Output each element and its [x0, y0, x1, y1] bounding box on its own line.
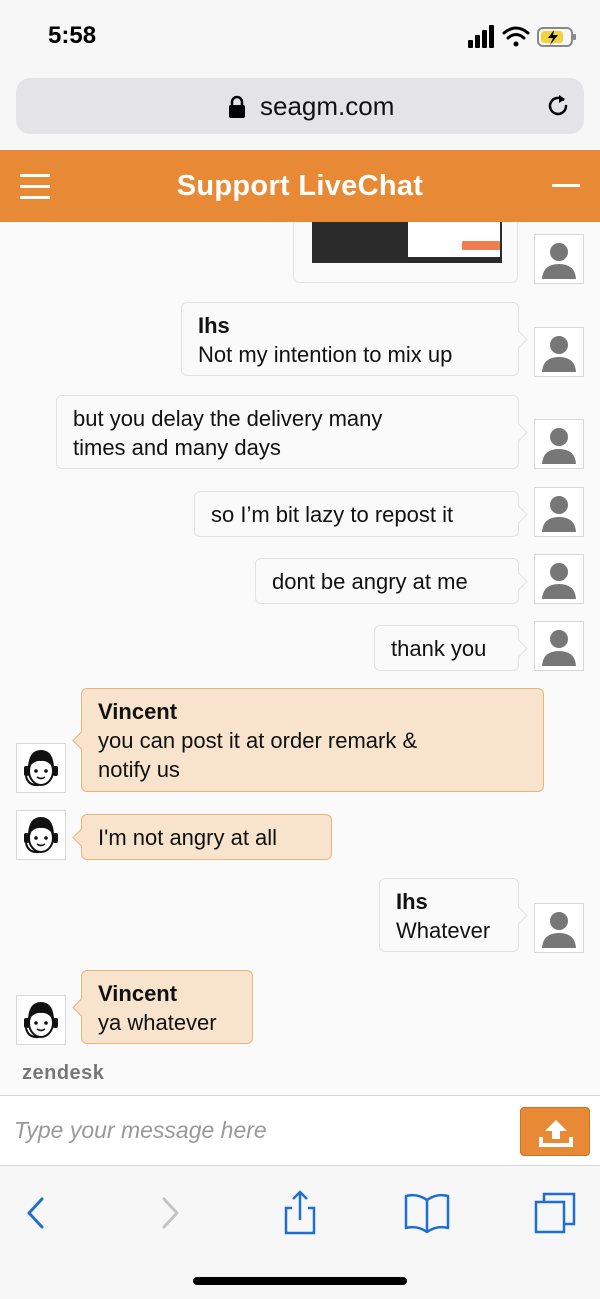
user-message-bubble: thank you — [374, 625, 519, 671]
tabs-icon[interactable] — [530, 1188, 580, 1238]
user-message-bubble: dont be angry at me — [255, 558, 519, 604]
user-avatar — [534, 554, 584, 604]
message-sender: Ihs — [396, 889, 428, 914]
message-text: ya whatever — [98, 1010, 217, 1035]
user-silhouette-icon — [542, 630, 576, 666]
message-sender: Ihs — [198, 313, 230, 338]
message-text: thank you — [391, 636, 487, 661]
support-agent-headset-icon — [24, 1002, 58, 1039]
user-silhouette-icon — [542, 428, 576, 464]
forward-icon[interactable] — [146, 1188, 196, 1238]
chat-transcript[interactable]: Ihs Not my intention to mix up but you d… — [0, 222, 600, 1095]
message-text: I'm not angry at all — [98, 825, 278, 850]
battery-icon — [537, 27, 576, 47]
message-sender: Vincent — [98, 699, 178, 724]
message-text-line: times and many days — [73, 435, 281, 460]
signal-icon — [468, 25, 494, 48]
user-silhouette-icon — [542, 496, 576, 532]
user-silhouette-icon — [542, 243, 576, 279]
agent-message-bubble: Vincent you can post it at order remark … — [81, 688, 544, 792]
lock-icon — [229, 95, 245, 118]
support-agent-headset-icon — [24, 817, 58, 854]
bookmarks-icon[interactable] — [402, 1188, 452, 1238]
user-avatar — [534, 327, 584, 377]
address-bar[interactable]: seagm.com — [16, 78, 584, 134]
upload-button[interactable] — [520, 1107, 590, 1156]
share-icon[interactable] — [275, 1188, 325, 1238]
user-avatar — [534, 621, 584, 671]
status-bar: 5:58 — [0, 0, 600, 70]
user-avatar — [534, 903, 584, 953]
browser-address-area: seagm.com — [0, 70, 600, 150]
user-message-bubble: but you delay the delivery many times an… — [56, 395, 519, 469]
user-avatar — [534, 419, 584, 469]
agent-avatar — [16, 810, 66, 860]
image-attachment-bubble[interactable] — [293, 222, 518, 283]
url-text: seagm.com — [260, 91, 395, 121]
message-text-line: you can post it at order remark & — [98, 728, 418, 753]
user-avatar — [534, 487, 584, 537]
user-message-bubble: so I’m bit lazy to repost it — [194, 491, 519, 537]
message-text-line: but you delay the delivery many — [73, 406, 383, 431]
user-silhouette-icon — [542, 336, 576, 372]
wifi-icon — [502, 26, 530, 47]
message-text: dont be angry at me — [272, 569, 468, 594]
message-text: Not my intention to mix up — [198, 342, 453, 367]
user-message-bubble: Ihs Whatever — [379, 878, 519, 952]
agent-avatar — [16, 995, 66, 1045]
attachment-thumbnail — [312, 222, 502, 263]
reload-icon[interactable] — [544, 92, 572, 120]
agent-avatar — [16, 743, 66, 793]
user-silhouette-icon — [542, 912, 576, 948]
upload-icon — [539, 1120, 573, 1147]
message-composer — [0, 1095, 600, 1166]
message-sender: Vincent — [98, 981, 178, 1006]
zendesk-branding[interactable]: zendesk — [22, 1062, 104, 1085]
chat-header: Support LiveChat — [0, 150, 600, 222]
message-input[interactable] — [14, 1108, 504, 1152]
status-time: 5:58 — [48, 22, 97, 49]
home-indicator — [193, 1277, 407, 1285]
user-avatar — [534, 234, 584, 284]
message-text: Whatever — [396, 918, 491, 943]
status-icons — [468, 25, 576, 48]
header-title: Support LiveChat — [176, 170, 424, 202]
user-silhouette-icon — [542, 563, 576, 599]
message-text-line: notify us — [98, 757, 180, 782]
minimize-icon[interactable] — [552, 184, 580, 187]
agent-message-bubble: I'm not angry at all — [81, 814, 332, 860]
user-message-bubble: Ihs Not my intention to mix up — [181, 302, 519, 376]
support-agent-headset-icon — [24, 750, 58, 787]
agent-message-bubble: Vincent ya whatever — [81, 970, 253, 1044]
back-icon[interactable] — [12, 1188, 62, 1238]
browser-toolbar — [0, 1166, 600, 1299]
message-text: so I’m bit lazy to repost it — [211, 502, 454, 527]
